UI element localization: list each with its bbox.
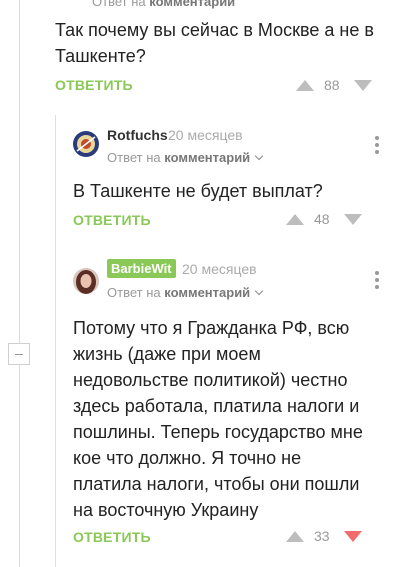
avatar[interactable] [73,131,99,157]
reply-to-prefix: Ответ на [92,0,146,9]
reply-to-prefix: Ответ на [107,150,161,165]
comment-time: 20 месяцев [182,261,257,277]
more-menu-icon[interactable] [375,271,379,292]
more-menu-icon[interactable] [375,136,379,157]
reply-to-link[interactable]: комментарий [164,150,250,165]
thread-line [19,0,20,567]
vote-count: 33 [314,528,330,544]
author-name[interactable]: BarbieWit [107,259,176,278]
vote-count: 48 [314,211,330,227]
reply-to: Ответ на комментарий [107,150,264,165]
downvote-icon[interactable] [343,530,362,542]
reply-to-fragment: Ответ на комментарий [92,0,235,9]
vote-controls: 48 [286,206,362,232]
comment-text: Так почему вы сейчас в Москве а не в Таш… [55,20,374,66]
author-name[interactable]: Rotfuchs [107,127,168,143]
thread-line-nested [55,115,56,567]
collapse-thread-button[interactable] [8,343,30,365]
comment-text: Потому что я Гражданка РФ, всю жизнь (да… [73,318,363,520]
vote-controls: 88 [296,72,372,98]
reply-button[interactable]: ОТВЕТИТЬ [73,529,151,545]
avatar-image [73,268,99,294]
reply-to: Ответ на комментарий [107,285,264,300]
upvote-icon[interactable] [286,530,304,542]
upvote-icon[interactable] [296,79,314,91]
chevron-down-icon[interactable] [254,286,264,296]
chevron-down-icon[interactable] [254,151,264,161]
upvote-icon[interactable] [286,213,304,225]
comment-time: 20 месяцев [168,127,243,143]
downvote-icon[interactable] [343,213,362,225]
avatar-image [73,131,99,157]
vote-controls: 33 [286,523,362,549]
reply-to-prefix: Ответ на [107,285,161,300]
comment-text: В Ташкенте не будет выплат? [73,181,323,201]
reply-button[interactable]: ОТВЕТИТЬ [73,212,151,228]
reply-to-link[interactable]: комментарий [164,285,250,300]
avatar[interactable] [73,268,99,294]
reply-to-link[interactable]: комментарий [149,0,235,9]
vote-count: 88 [324,77,340,93]
downvote-icon[interactable] [353,79,372,91]
reply-button[interactable]: ОТВЕТИТЬ [55,77,133,93]
